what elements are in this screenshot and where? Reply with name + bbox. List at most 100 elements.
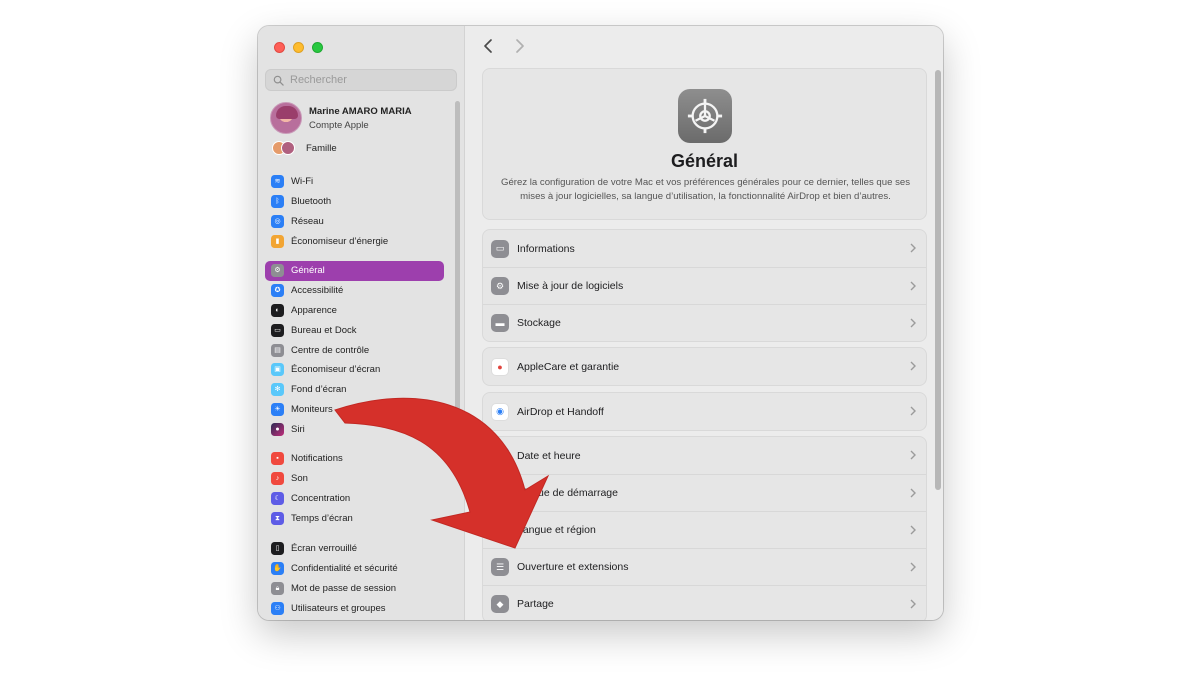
sidebar-item-son[interactable]: ♪ Son: [265, 469, 444, 489]
search-placeholder: Rechercher: [290, 74, 347, 86]
row-label: AirDrop et Handoff: [517, 405, 604, 418]
info-icon: ▭: [491, 239, 509, 258]
sidebar-item-label: Utilisateurs et groupes: [291, 602, 386, 614]
hourglass-icon: ⧗: [271, 511, 284, 525]
sharing-icon: ◆: [491, 595, 509, 613]
hand-icon: ✋: [271, 562, 284, 576]
avatar: [270, 102, 302, 134]
sidebar-item-label: Siri: [291, 423, 305, 435]
settings-row-disque-demarrage[interactable]: ▭ Disque de démarrage: [483, 474, 926, 511]
row-label: Mise à jour de logiciels: [517, 280, 624, 292]
chevron-right-icon: [910, 318, 916, 328]
appearance-icon: ◐: [271, 303, 284, 317]
sidebar-item-label: Écran verrouillé: [291, 543, 357, 555]
sidebar-item-label: Mot de passe de session: [291, 582, 397, 594]
disk-icon: ▭: [491, 484, 509, 502]
accessibility-icon: ✪: [271, 284, 284, 298]
minimize-button[interactable]: [293, 42, 304, 53]
calendar-icon: ▦: [491, 446, 509, 465]
row-label: Partage: [517, 598, 554, 610]
settings-row-partage[interactable]: ◆ Partage: [483, 585, 926, 620]
sound-icon: ♪: [271, 472, 284, 486]
sidebar-item-notifications[interactable]: ▪ Notifications: [265, 449, 444, 469]
sidebar-item-label: Économiseur d’énergie: [291, 235, 389, 247]
sidebar-item-mot-de-passe[interactable]: 🔒︎ Mot de passe de session: [265, 579, 444, 599]
main-scrollbar[interactable]: [935, 70, 941, 490]
close-button[interactable]: [274, 42, 285, 53]
sidebar-item-label: Accessibilité: [291, 285, 344, 297]
sidebar-item-temps-ecran[interactable]: ⧗ Temps d’écran: [265, 508, 444, 528]
storage-icon: ▬: [491, 314, 509, 332]
settings-row-date-heure[interactable]: ▦ Date et heure: [483, 437, 926, 474]
gear-icon: ⚙: [271, 264, 284, 278]
window-controls: [274, 42, 323, 53]
sidebar-item-bureau-dock[interactable]: ▭ Bureau et Dock: [265, 320, 444, 340]
settings-group-applecare: ● AppleCare et garantie: [482, 347, 927, 386]
sidebar-item-apparence[interactable]: ◐ Apparence: [265, 301, 444, 321]
sidebar-item-siri[interactable]: ● Siri: [265, 419, 444, 439]
general-header-card: Général Gérez la configuration de votre …: [482, 68, 927, 220]
family-avatars-icon: [272, 141, 298, 156]
sidebar-item-accessibilite[interactable]: ✪ Accessibilité: [265, 281, 444, 301]
search-input[interactable]: Rechercher: [265, 69, 457, 91]
bluetooth-icon: ᛒ: [271, 195, 284, 209]
page-description: Gérez la configuration de votre Mac et v…: [500, 177, 911, 202]
account-subtitle: Compte Apple: [309, 119, 369, 131]
row-label: Stockage: [517, 317, 561, 329]
sidebar-group-system: ⚙ Général ✪ Accessibilité ◐ Apparence ▭ …: [265, 261, 444, 439]
lock-icon: 🔒︎: [271, 581, 284, 595]
users-icon: ⚇: [271, 601, 284, 615]
navigation-arrows: [482, 38, 526, 54]
sidebar-item-label: Fond d’écran: [291, 384, 347, 396]
sidebar-item-economiseur-ecran[interactable]: ▣ Économiseur d’écran: [265, 360, 444, 380]
back-arrow-icon[interactable]: [482, 38, 496, 54]
row-label: Langue et région: [517, 524, 596, 536]
sidebar-item-confidentialite[interactable]: ✋ Confidentialité et sécurité: [265, 559, 444, 579]
forward-arrow-icon[interactable]: [512, 38, 526, 54]
sidebar-item-label: Famille: [306, 143, 337, 154]
sidebar-item-utilisateurs[interactable]: ⚇ Utilisateurs et groupes: [265, 598, 444, 618]
sidebar: Rechercher Marine AMARO MARIA Compte App…: [258, 26, 465, 620]
settings-row-stockage[interactable]: ▬ Stockage: [483, 304, 926, 341]
language-icon: ◍: [491, 521, 509, 539]
sidebar-item-bluetooth[interactable]: ᛒ Bluetooth: [265, 192, 444, 212]
sidebar-item-famille[interactable]: Famille: [272, 141, 337, 156]
main-pane: Général Gérez la configuration de votre …: [466, 26, 943, 620]
apple-icon: ●: [491, 357, 509, 376]
screensaver-icon: ▣: [271, 363, 284, 377]
sidebar-item-label: Centre de contrôle: [291, 344, 370, 356]
sidebar-item-label: Général: [291, 265, 325, 277]
sidebar-item-ecran-verrouille[interactable]: ▯ Écran verrouillé: [265, 539, 444, 559]
chevron-right-icon: [910, 562, 916, 572]
chevron-right-icon: [910, 406, 916, 416]
sidebar-item-fond-ecran[interactable]: ✻ Fond d’écran: [265, 380, 444, 400]
sidebar-item-reseau[interactable]: ◎ Réseau: [265, 212, 444, 232]
settings-row-informations[interactable]: ▭ Informations: [483, 230, 926, 267]
row-label: Disque de démarrage: [517, 487, 618, 499]
sidebar-item-concentration[interactable]: ☾ Concentration: [265, 489, 444, 509]
apple-account[interactable]: Marine AMARO MARIA Compte Apple: [270, 102, 412, 134]
zoom-button[interactable]: [312, 42, 323, 53]
settings-row-langue-region[interactable]: ◍ Langue et région: [483, 511, 926, 548]
sidebar-item-centre-controle[interactable]: ▤ Centre de contrôle: [265, 340, 444, 360]
sidebar-item-general[interactable]: ⚙ Général: [265, 261, 444, 281]
settings-window: Rechercher Marine AMARO MARIA Compte App…: [258, 26, 943, 620]
sidebar-item-moniteurs[interactable]: ☀ Moniteurs: [265, 400, 444, 420]
software-update-icon: ⚙: [491, 277, 509, 295]
row-label: Ouverture et extensions: [517, 561, 629, 573]
siri-icon: ●: [271, 422, 284, 436]
sidebar-group-security: ▯ Écran verrouillé ✋ Confidentialité et …: [265, 539, 444, 618]
sidebar-item-wifi[interactable]: ≋ Wi-Fi: [265, 172, 444, 192]
sidebar-item-label: Son: [291, 473, 308, 485]
chevron-right-icon: [910, 525, 916, 535]
sidebar-item-label: Apparence: [291, 304, 337, 316]
sidebar-scrollbar[interactable]: [455, 101, 460, 441]
settings-row-mise-a-jour[interactable]: ⚙ Mise à jour de logiciels: [483, 267, 926, 304]
settings-row-ouverture-extensions[interactable]: ☰ Ouverture et extensions: [483, 548, 926, 585]
sidebar-group-notifications: ▪ Notifications ♪ Son ☾ Concentration ⧗ …: [265, 449, 444, 528]
chevron-right-icon: [910, 599, 916, 609]
sidebar-item-label: Économiseur d’écran: [291, 364, 381, 376]
settings-row-applecare[interactable]: ● AppleCare et garantie: [483, 348, 926, 385]
sidebar-item-economiseur-energie[interactable]: ▮ Économiseur d’énergie: [265, 231, 444, 251]
settings-row-airdrop[interactable]: ◉ AirDrop et Handoff: [483, 393, 926, 430]
